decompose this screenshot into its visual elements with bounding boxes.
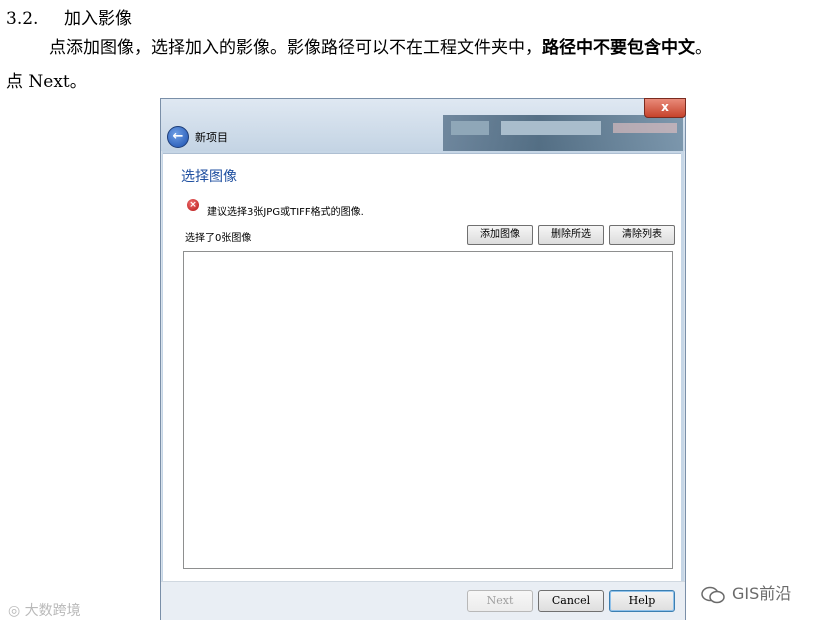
dialog-footer: Next Cancel Help — [161, 581, 685, 620]
instruction-paragraph: 点添加图像，选择加入的影像。影像路径可以不在工程文件夹中，路径中不要包含中文。 — [49, 33, 712, 58]
add-image-button[interactable]: 添加图像 — [467, 225, 533, 245]
wechat-icon — [701, 586, 725, 603]
instruction-end: 。 — [695, 38, 712, 58]
instruction-text: 点添加图像，选择加入的影像。影像路径可以不在工程文件夹中， — [49, 38, 542, 58]
window-title: 新项目 — [195, 131, 228, 144]
new-project-dialog: x ← 新项目 选择图像 × 建议选择3张JPG或TIFF格式的图像. 选择了0… — [160, 98, 686, 620]
close-button[interactable]: x — [644, 98, 686, 118]
back-arrow-icon[interactable]: ← — [167, 126, 189, 148]
clear-list-button[interactable]: 清除列表 — [609, 225, 675, 245]
delete-selected-button[interactable]: 删除所选 — [538, 225, 604, 245]
watermark-right-text: GIS前沿 — [732, 584, 792, 603]
help-button[interactable]: Help — [609, 590, 675, 612]
watermark-left: ◎ 大数跨境 — [8, 600, 81, 620]
instruction-bold-text: 路径中不要包含中文 — [542, 38, 695, 58]
error-icon: × — [187, 199, 199, 211]
heading-text: 加入影像 — [64, 9, 132, 29]
section-heading: 3.2. 加入影像 — [6, 4, 132, 29]
watermark-right: GIS前沿 — [700, 580, 791, 605]
background-window-blur — [501, 121, 601, 135]
background-window-blur — [451, 121, 489, 135]
title-bar: x ← 新项目 — [161, 98, 686, 151]
background-window-blur — [613, 123, 677, 133]
next-instruction: 点 Next。 — [6, 72, 87, 92]
error-message: 建议选择3张JPG或TIFF格式的图像. — [207, 207, 364, 218]
cancel-button[interactable]: Cancel — [538, 590, 604, 612]
image-list[interactable] — [183, 251, 673, 569]
dialog-content: 选择图像 × 建议选择3张JPG或TIFF格式的图像. 选择了0张图像 添加图像… — [163, 153, 681, 581]
watermark-logo-icon: ◎ — [8, 603, 25, 619]
heading-number: 3.2. — [6, 9, 39, 29]
page-title: 选择图像 — [181, 169, 237, 185]
next-button[interactable]: Next — [467, 590, 533, 612]
selected-count: 选择了0张图像 — [185, 233, 252, 244]
watermark-left-text: 大数跨境 — [24, 603, 81, 619]
